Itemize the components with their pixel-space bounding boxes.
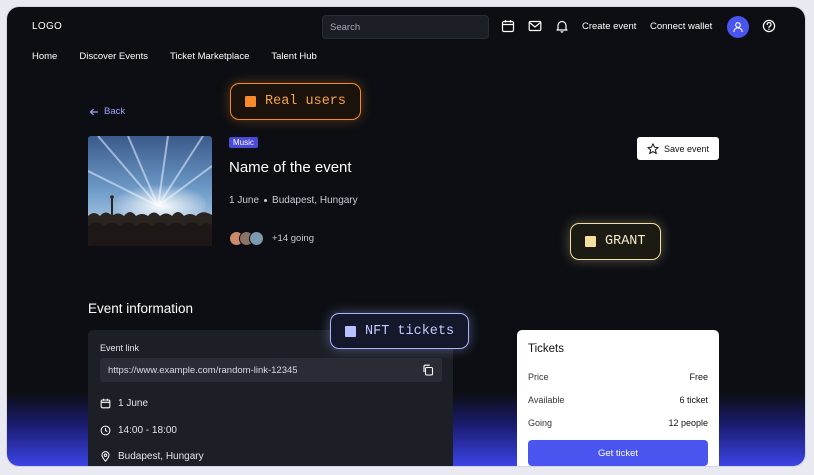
square-icon: [585, 236, 596, 247]
back-link[interactable]: Back: [89, 106, 125, 117]
separator-dot: [264, 199, 268, 202]
help-icon[interactable]: [762, 19, 776, 33]
bell-icon[interactable]: [555, 19, 569, 33]
tag-nft-tickets: NFT tickets: [330, 313, 470, 349]
tag-nft-tickets-label: NFT tickets: [365, 323, 455, 339]
tag-grant-label: GRANT: [605, 234, 646, 249]
ticket-row-key: Price: [528, 372, 549, 382]
ticket-row-price: Price Free: [528, 372, 708, 382]
event-info-card: Event link https://www.example.com/rando…: [88, 330, 453, 466]
tickets-title: Tickets: [528, 343, 564, 355]
ticket-row-key: Going: [528, 418, 553, 428]
going-count: +14 going: [272, 233, 314, 244]
main-nav: Home Discover Events Ticket Marketplace …: [32, 51, 317, 65]
ticket-row-going: Going 12 people: [528, 418, 708, 428]
event-link-value: https://www.example.com/random-link-1234…: [108, 364, 298, 376]
info-location: Budapest, Hungary: [118, 451, 204, 462]
copy-icon[interactable]: [422, 364, 434, 376]
create-event-link[interactable]: Create event: [582, 21, 636, 32]
nav-item-ticket-marketplace[interactable]: Ticket Marketplace: [170, 51, 249, 65]
nav-item-talent-hub[interactable]: Talent Hub: [271, 51, 316, 65]
star-icon: [647, 142, 659, 154]
nav-item-discover-events[interactable]: Discover Events: [79, 51, 148, 65]
section-title-event-information: Event information: [88, 301, 194, 316]
arrow-left-icon: [89, 108, 98, 115]
tag-real-users: Real users: [230, 83, 362, 120]
info-date-row: 1 June: [100, 398, 148, 409]
connect-wallet-link[interactable]: Connect wallet: [650, 21, 712, 32]
user-icon: [733, 22, 743, 33]
event-link-label: Event link: [100, 343, 140, 353]
event-image: [88, 136, 212, 246]
event-meta: 1 June Budapest, Hungary: [229, 195, 358, 206]
avatar: [249, 231, 264, 246]
logo[interactable]: LOGO: [32, 21, 62, 32]
ticket-row-value: 12 people: [668, 418, 708, 428]
info-time: 14:00 - 18:00: [118, 425, 177, 436]
square-icon: [345, 325, 356, 337]
event-date: 1 June: [229, 195, 260, 206]
event-link-field[interactable]: https://www.example.com/random-link-1234…: [100, 358, 442, 382]
square-icon: [245, 96, 256, 107]
tag-real-users-label: Real users: [265, 94, 347, 109]
get-ticket-button[interactable]: Get ticket: [528, 440, 708, 466]
category-badge: Music: [229, 137, 258, 148]
event-location: Budapest, Hungary: [272, 195, 358, 206]
info-time-row: 14:00 - 18:00: [100, 425, 177, 436]
attendees-row[interactable]: +14 going: [229, 231, 314, 246]
location-pin-icon: [101, 451, 110, 462]
nav-item-home[interactable]: Home: [32, 51, 57, 65]
info-date: 1 June: [118, 398, 149, 409]
tickets-card: Tickets Price Free Available 6 ticket Go…: [517, 330, 719, 466]
search-input[interactable]: [322, 15, 489, 39]
calendar-icon[interactable]: [501, 19, 515, 33]
save-event-label: Save event: [663, 143, 710, 154]
calendar-icon: [100, 398, 111, 409]
top-bar: LOGO Create event Connect wallet: [7, 7, 805, 47]
info-location-row: Budapest, Hungary: [100, 451, 204, 462]
ticket-row-value: 6 ticket: [679, 395, 708, 405]
attendee-avatars: [229, 231, 264, 246]
save-event-button[interactable]: Save event: [637, 137, 719, 160]
ticket-row-key: Available: [528, 395, 565, 405]
mail-icon[interactable]: [528, 19, 542, 33]
clock-icon: [100, 425, 111, 436]
ticket-row-value: Free: [689, 372, 708, 382]
ticket-row-available: Available 6 ticket: [528, 395, 708, 405]
event-title: Name of the event: [229, 159, 352, 176]
user-avatar-button[interactable]: [727, 16, 749, 38]
tag-grant: GRANT: [570, 223, 661, 260]
back-label: Back: [104, 106, 126, 117]
app-window: LOGO Create event Connect wallet: [7, 7, 805, 466]
